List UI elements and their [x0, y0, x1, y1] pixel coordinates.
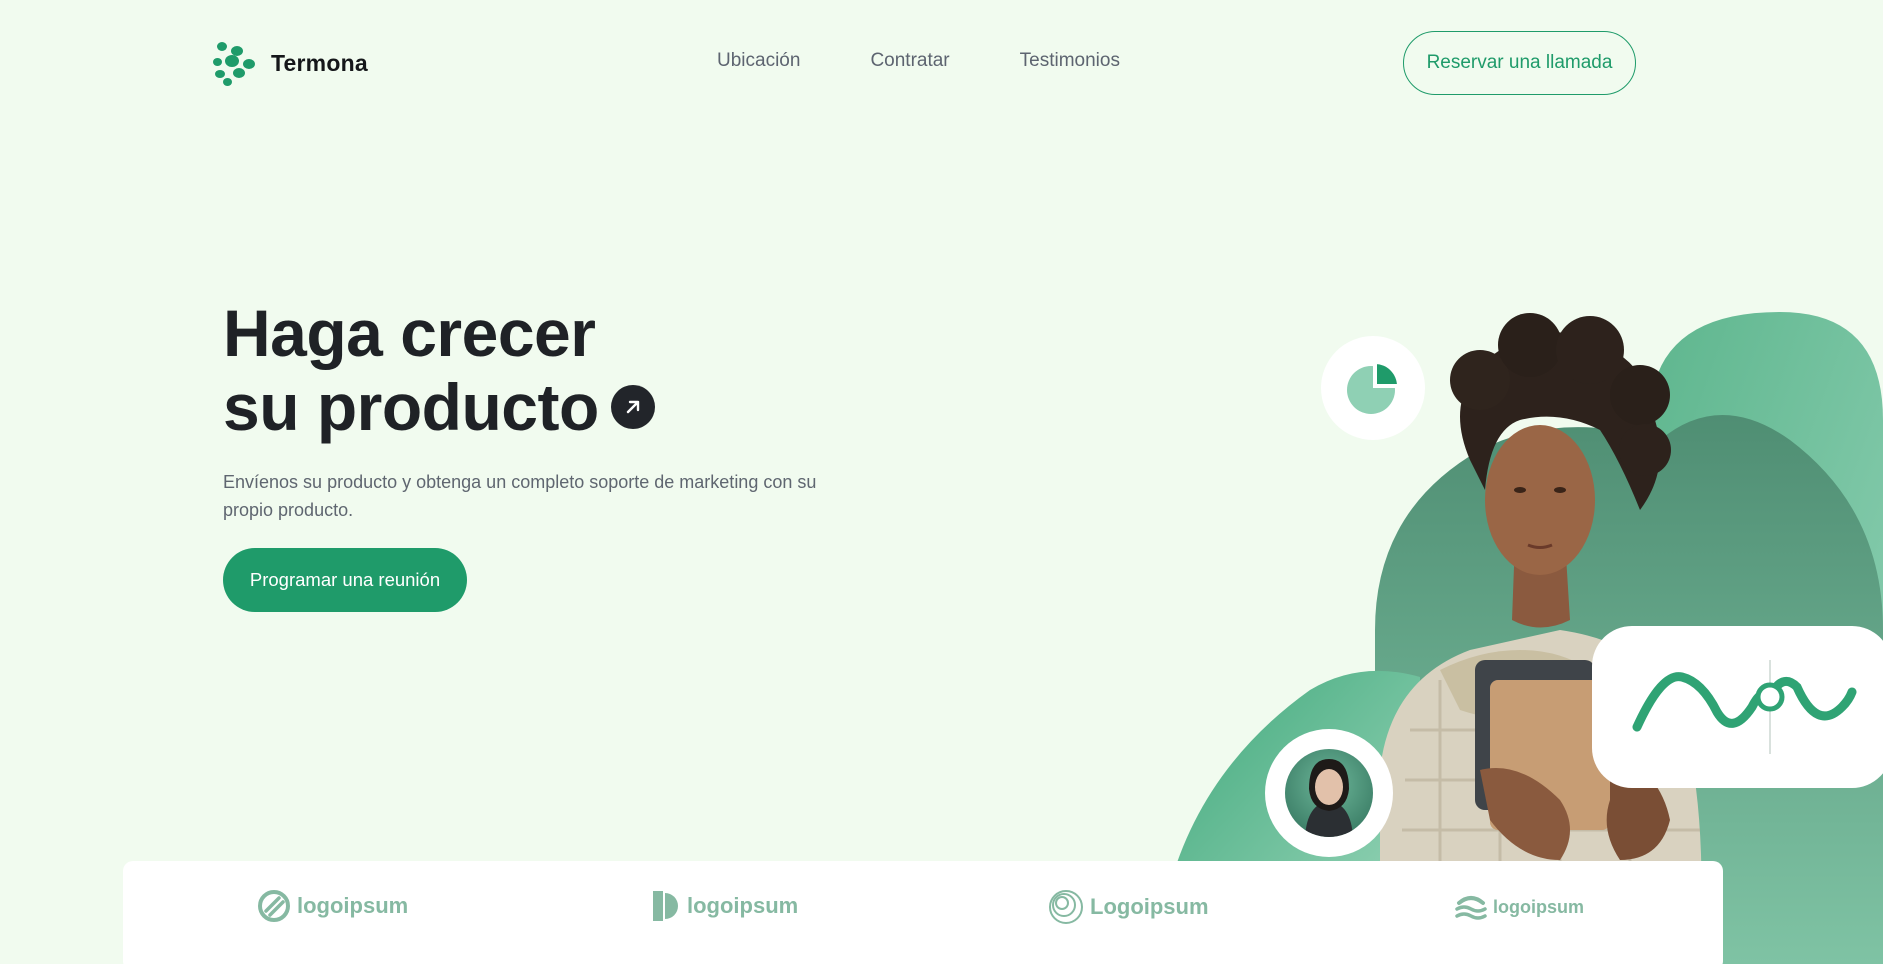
hero-title-line-2-wrap: su producto — [223, 370, 655, 444]
schedule-meeting-button[interactable]: Programar una reunión — [223, 548, 467, 612]
partner-logo-3-text: Logoipsum — [1090, 894, 1209, 919]
partner-logos-strip: logoipsum logoipsum Logoipsum logoipsum — [123, 861, 1723, 964]
brand-name: Termona — [271, 49, 368, 76]
partner-logo-4-text: logoipsum — [1493, 896, 1584, 917]
brand-dots-icon — [213, 40, 257, 86]
partner-logo-3: Logoipsum — [1048, 889, 1209, 925]
circle-slash-logo-icon — [258, 890, 290, 922]
avatar — [1285, 749, 1373, 837]
hero-title-line-2: su producto — [223, 370, 599, 444]
nav-links: Ubicación Contratar Testimonios — [717, 50, 1120, 72]
testimonial-avatar-bubble[interactable] — [1265, 729, 1393, 857]
partner-logo-4: logoipsum — [1455, 893, 1584, 921]
nav-link-ubicacion[interactable]: Ubicación — [717, 50, 800, 72]
half-circle-logo-icon — [653, 891, 678, 921]
nav-link-contratar[interactable]: Contratar — [870, 50, 949, 72]
partner-logo-1-text: logoipsum — [297, 893, 409, 918]
hero-title: Haga crecer su producto — [223, 296, 655, 444]
waves-logo-icon — [1455, 896, 1487, 920]
partner-logo-1: logoipsum — [257, 889, 408, 923]
pie-chart-bubble — [1321, 336, 1425, 440]
partner-logo-2-text: logoipsum — [687, 893, 799, 918]
pie-chart-icon — [1347, 364, 1397, 414]
analytics-wave-card — [1592, 626, 1883, 788]
arrow-up-right-icon[interactable] — [610, 384, 655, 429]
landing-page: Termona Ubicación Contratar Testimonios … — [0, 0, 1883, 964]
hero-title-line-1: Haga crecer — [223, 296, 596, 370]
hero-subtitle: Envíenos su producto y obtenga un comple… — [223, 472, 817, 520]
nav-link-testimonios[interactable]: Testimonios — [1020, 50, 1120, 72]
wave-line-icon — [1632, 660, 1857, 754]
partner-logo-2: logoipsum — [651, 889, 798, 923]
book-call-button[interactable]: Reservar una llamada — [1403, 31, 1636, 95]
brand[interactable]: Termona — [213, 40, 368, 86]
concentric-circle-logo-icon — [1049, 890, 1083, 924]
top-navbar: Termona Ubicación Contratar Testimonios … — [0, 0, 1883, 126]
